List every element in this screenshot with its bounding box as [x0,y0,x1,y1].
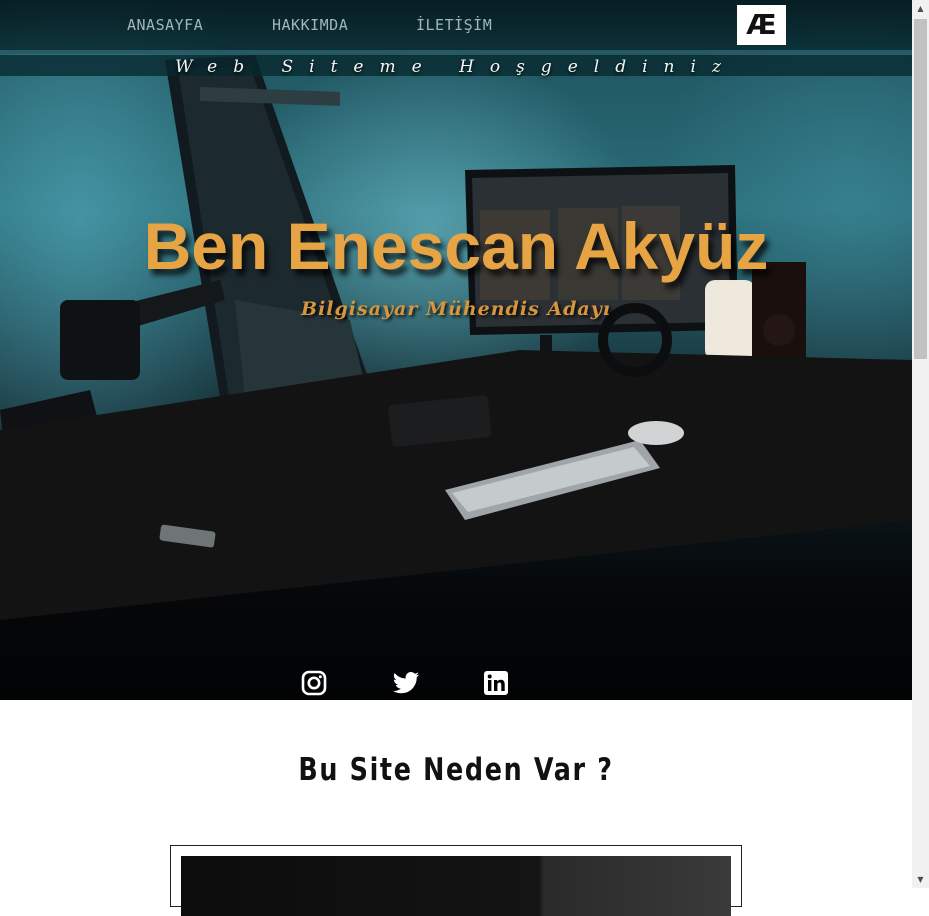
linkedin-icon[interactable] [484,671,508,695]
nav-item-iletisim[interactable]: İLETİŞİM [416,14,492,36]
site-logo[interactable]: Æ [737,5,786,45]
hero-title: Ben Enescan Akyüz [143,209,769,283]
scroll-up-button[interactable]: ▲ [912,0,929,17]
card-image [181,856,731,916]
twitter-icon[interactable] [392,670,420,696]
scroll-down-button[interactable]: ▼ [912,871,929,888]
content-card [170,845,742,916]
section-title: Bu Site Neden Var ? [298,752,614,788]
welcome-text: Web Siteme Hoşgeldiniz [175,57,737,77]
scrollbar[interactable]: ▲ ▼ [912,0,929,888]
hero-background-image [0,55,912,620]
navbar-divider [0,50,912,54]
hero-subtitle: Bilgisayar Mühendis Adayı [301,298,611,320]
nav-item-hakkimda[interactable]: HAKKIMDA [272,14,348,36]
hero-section: ANASAYFA HAKKIMDA İLETİŞİM Æ Web Siteme … [0,0,912,700]
instagram-icon[interactable] [301,670,327,696]
scroll-thumb[interactable] [914,19,927,359]
nav-item-anasayfa[interactable]: ANASAYFA [127,14,203,36]
